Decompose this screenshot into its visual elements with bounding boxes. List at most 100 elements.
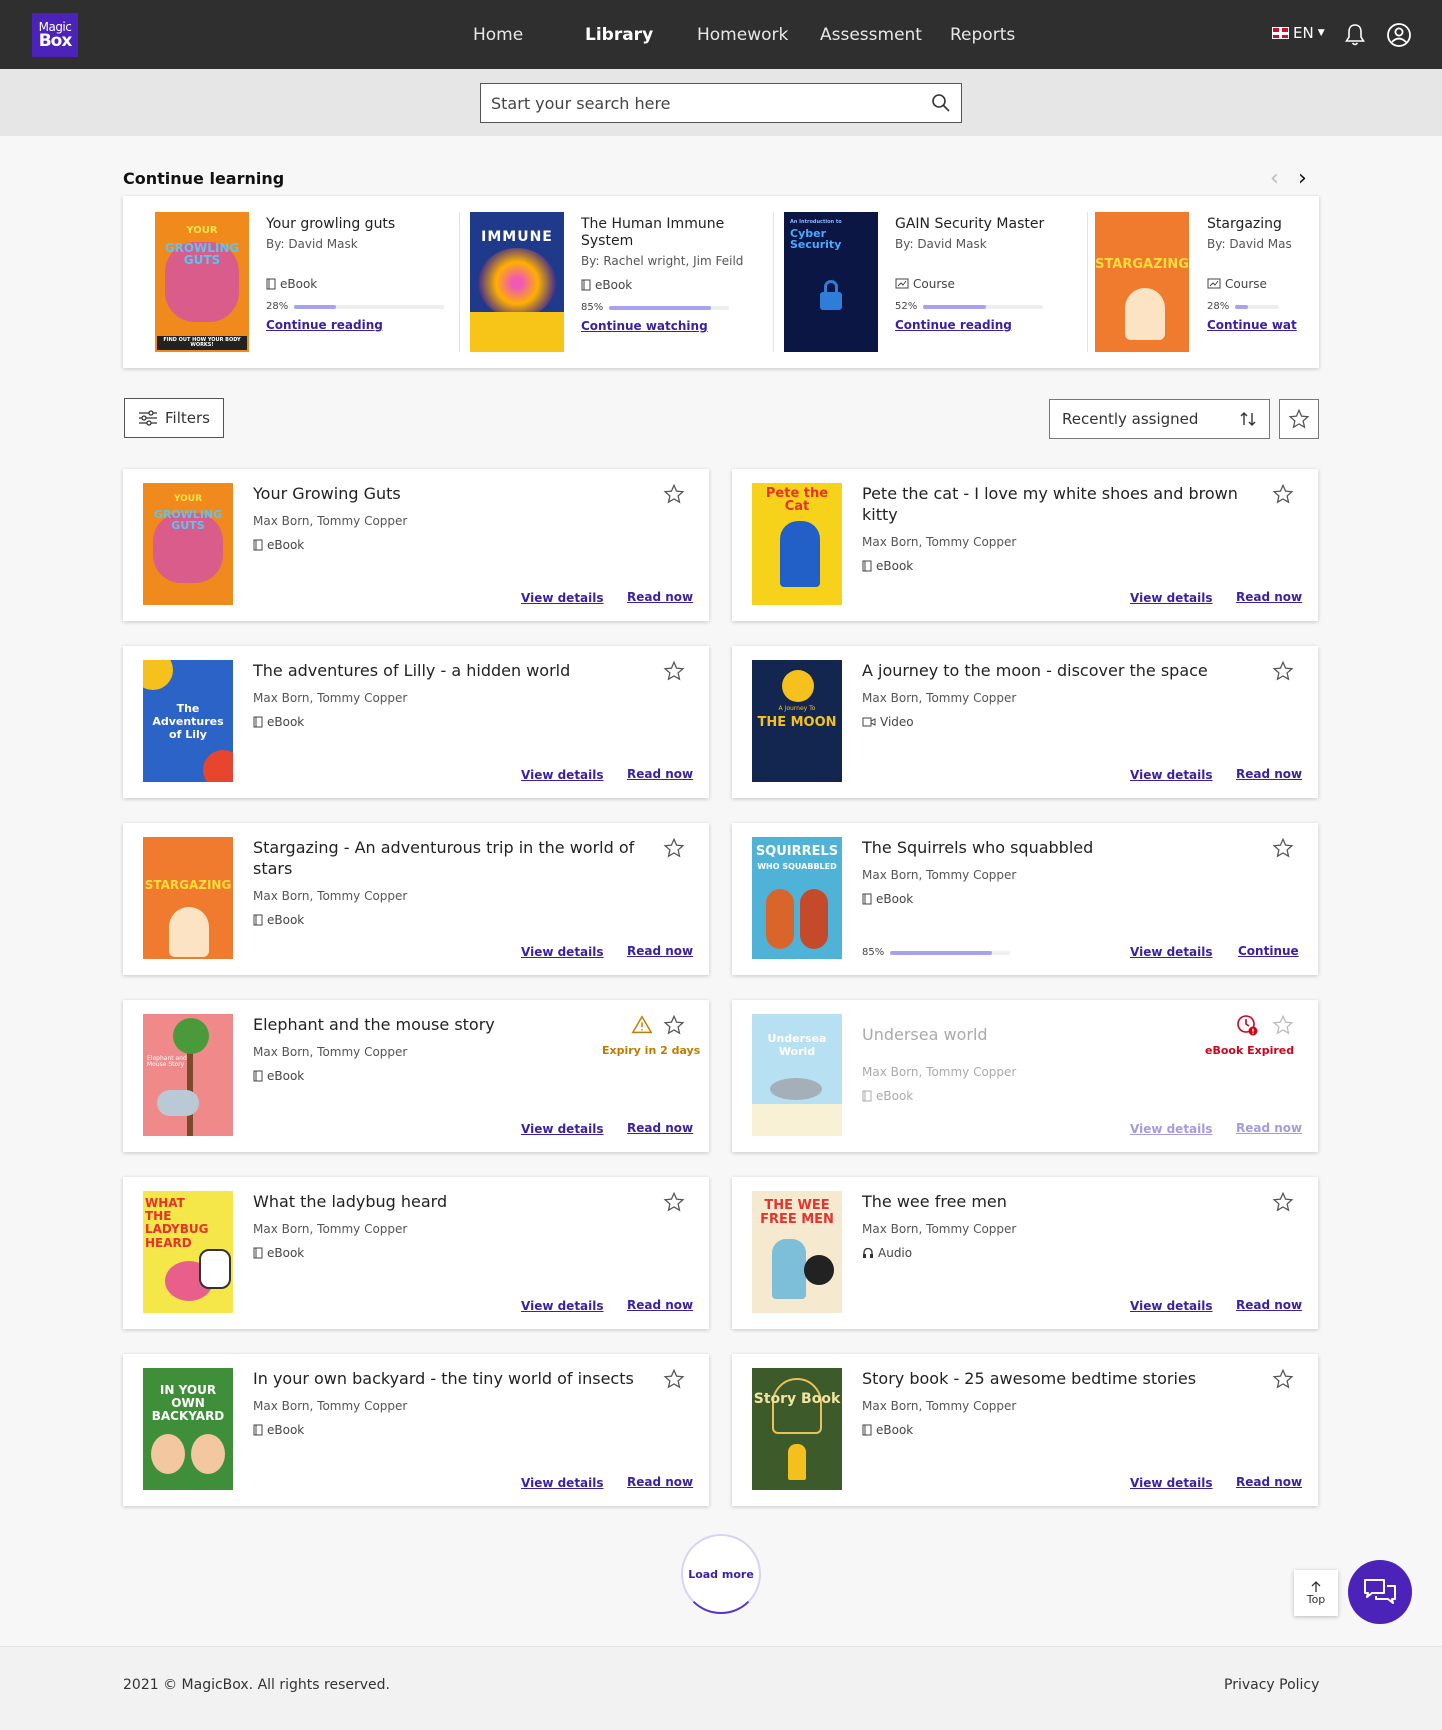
view-details-link[interactable]: View details <box>521 591 604 605</box>
view-details-link[interactable]: View details <box>521 1476 604 1490</box>
book-cover[interactable]: The Adventures of Lily <box>143 660 233 782</box>
star-icon[interactable] <box>663 1191 685 1213</box>
filters-button[interactable]: Filters <box>124 398 224 438</box>
book-cover[interactable]: A Journey To THE MOON <box>752 660 842 782</box>
privacy-policy-link[interactable]: Privacy Policy <box>1224 1677 1319 1693</box>
card-title[interactable]: A journey to the moon - discover the spa… <box>862 660 1252 681</box>
read-now-link[interactable]: Read now <box>627 1121 693 1135</box>
nav-homework[interactable]: Homework <box>697 25 788 45</box>
card-title[interactable]: Elephant and the mouse story <box>253 1014 643 1035</box>
read-now-link[interactable]: Read now <box>1236 1475 1302 1489</box>
load-more-button[interactable]: Load more <box>681 1534 761 1614</box>
search-icon[interactable] <box>931 93 951 113</box>
sort-dropdown[interactable]: Recently assigned <box>1049 399 1270 439</box>
read-now-link[interactable]: Read now <box>627 1475 693 1489</box>
continue-reading-link[interactable]: Continue reading <box>266 318 444 332</box>
read-now-link[interactable]: Read now <box>1236 590 1302 604</box>
book-card[interactable]: IN YOUR OWN BACKYARD In your own backyar… <box>123 1354 709 1506</box>
chevron-right-icon[interactable]: › <box>1298 168 1307 190</box>
view-details-link[interactable]: View details <box>521 1299 604 1313</box>
view-details-link[interactable]: View details <box>521 945 604 959</box>
cover-growling-guts[interactable]: YOUR GROWLING GUTS FIND OUT HOW YOUR BOD… <box>155 212 249 352</box>
book-cover[interactable]: THE WEE FREE MEN <box>752 1191 842 1313</box>
continue-watching-link[interactable]: Continue watching <box>581 319 743 333</box>
view-details-link[interactable]: View details <box>1130 591 1213 605</box>
book-card[interactable]: Pete the Cat Pete the cat - I love my wh… <box>732 469 1318 621</box>
continue-reading-link[interactable]: Continue reading <box>895 318 1044 332</box>
book-cover[interactable]: Pete the Cat <box>752 483 842 605</box>
read-now-link[interactable]: Read now <box>1236 1121 1302 1135</box>
chevron-left-icon[interactable]: ‹ <box>1270 168 1279 190</box>
book-cover[interactable]: STARGAZING <box>143 837 233 959</box>
read-now-link[interactable]: Read now <box>627 1298 693 1312</box>
scroll-to-top-button[interactable]: Top <box>1294 1570 1338 1616</box>
view-details-link[interactable]: View details <box>1130 945 1213 959</box>
book-card[interactable]: Story Book Story book - 25 awesome bedti… <box>732 1354 1318 1506</box>
star-icon[interactable] <box>1272 660 1294 682</box>
star-icon[interactable] <box>663 660 685 682</box>
continue-watching-link[interactable]: Continue wat <box>1207 318 1297 332</box>
card-title[interactable]: Pete the cat - I love my white shoes and… <box>862 483 1252 525</box>
continue-link[interactable]: Continue <box>1238 944 1299 958</box>
magicbox-logo[interactable]: Magic Box <box>32 13 78 57</box>
book-card[interactable]: STARGAZING Stargazing - An adventurous t… <box>123 823 709 975</box>
card-title[interactable]: What the ladybug heard <box>253 1191 643 1212</box>
read-now-link[interactable]: Read now <box>1236 767 1302 781</box>
nav-assessment[interactable]: Assessment <box>820 25 922 45</box>
book-card[interactable]: THE WEE FREE MEN The wee free men Max Bo… <box>732 1177 1318 1329</box>
cover-cyber-security[interactable]: An Introduction to Cyber Security <box>784 212 878 352</box>
book-card[interactable]: WHAT THE LADYBUG HEARD What the ladybug … <box>123 1177 709 1329</box>
card-title[interactable]: Undersea world <box>862 1024 1252 1045</box>
star-icon[interactable] <box>1272 1368 1294 1390</box>
read-now-link[interactable]: Read now <box>627 590 693 604</box>
card-title[interactable]: The adventures of Lilly - a hidden world <box>253 660 643 681</box>
language-selector[interactable]: EN ▼ <box>1272 24 1325 42</box>
book-card[interactable]: A Journey To THE MOON A journey to the m… <box>732 646 1318 798</box>
cover-stargazing[interactable]: STARGAZING <box>1095 212 1189 352</box>
book-cover[interactable]: YOUR GROWLING GUTS <box>143 483 233 605</box>
star-icon[interactable] <box>663 837 685 859</box>
nav-reports[interactable]: Reports <box>950 25 1015 45</box>
book-cover[interactable]: Elephant and Mouse Story <box>143 1014 233 1136</box>
star-icon[interactable] <box>1272 1191 1294 1213</box>
read-now-link[interactable]: Read now <box>1236 1298 1302 1312</box>
nav-home[interactable]: Home <box>473 25 523 45</box>
view-details-link[interactable]: View details <box>1130 768 1213 782</box>
book-cover[interactable]: SQUIRRELS WHO SQUABBLED <box>752 837 842 959</box>
book-cover[interactable]: IN YOUR OWN BACKYARD <box>143 1368 233 1490</box>
bell-icon[interactable] <box>1342 22 1368 48</box>
view-details-link[interactable]: View details <box>1130 1476 1213 1490</box>
book-card[interactable]: Undersea World Undersea world Max Born, … <box>732 1000 1318 1152</box>
star-icon[interactable] <box>1272 837 1294 859</box>
nav-library[interactable]: Library <box>585 25 653 45</box>
read-now-link[interactable]: Read now <box>627 767 693 781</box>
book-cover[interactable]: WHAT THE LADYBUG HEARD <box>143 1191 233 1313</box>
user-account-icon[interactable] <box>1386 22 1412 48</box>
read-now-link[interactable]: Read now <box>627 944 693 958</box>
book-card[interactable]: The Adventures of Lily The adventures of… <box>123 646 709 798</box>
card-title[interactable]: Stargazing - An adventurous trip in the … <box>253 837 643 879</box>
view-details-link[interactable]: View details <box>1130 1122 1213 1136</box>
book-cover[interactable]: Undersea World <box>752 1014 842 1136</box>
search-input[interactable] <box>491 93 931 113</box>
star-icon[interactable] <box>663 1368 685 1390</box>
card-title[interactable]: The wee free men <box>862 1191 1252 1212</box>
star-icon[interactable] <box>663 1014 685 1036</box>
book-card[interactable]: Elephant and Mouse Story Elephant and th… <box>123 1000 709 1152</box>
book-card[interactable]: SQUIRRELS WHO SQUABBLED The Squirrels wh… <box>732 823 1318 975</box>
view-details-link[interactable]: View details <box>521 768 604 782</box>
card-title[interactable]: The Squirrels who squabbled <box>862 837 1252 858</box>
card-title[interactable]: Story book - 25 awesome bedtime stories <box>862 1368 1252 1389</box>
star-icon[interactable] <box>663 483 685 505</box>
star-icon[interactable] <box>1272 1014 1294 1036</box>
view-details-link[interactable]: View details <box>521 1122 604 1136</box>
card-title[interactable]: In your own backyard - the tiny world of… <box>253 1368 643 1389</box>
book-cover[interactable]: Story Book <box>752 1368 842 1490</box>
card-title[interactable]: Your Growing Guts <box>253 483 643 504</box>
cover-immune[interactable]: IMMUNE <box>470 212 564 352</box>
star-icon[interactable] <box>1272 483 1294 505</box>
view-details-link[interactable]: View details <box>1130 1299 1213 1313</box>
favorites-filter-button[interactable] <box>1279 399 1319 439</box>
book-card[interactable]: YOUR GROWLING GUTS Your Growing Guts Max… <box>123 469 709 621</box>
chat-button[interactable] <box>1348 1560 1412 1624</box>
